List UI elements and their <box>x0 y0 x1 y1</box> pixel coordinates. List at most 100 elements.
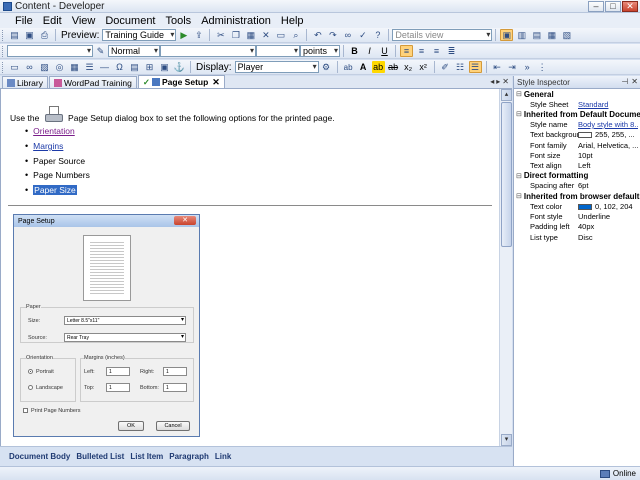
help-icon[interactable]: ? <box>371 29 384 41</box>
font-size-select[interactable] <box>256 45 300 57</box>
display-settings-icon[interactable]: ⚙ <box>320 61 333 73</box>
minimize-button[interactable]: – <box>588 0 604 12</box>
list-item-selected[interactable]: Paper Size <box>25 183 90 198</box>
insert-symbol-icon[interactable]: Ω <box>113 61 126 73</box>
more-icon[interactable]: » <box>521 61 534 73</box>
toolbar-grip[interactable] <box>2 45 5 57</box>
properties-icon[interactable]: ▭ <box>274 29 287 41</box>
path-paragraph[interactable]: Paragraph <box>169 452 209 461</box>
preview-select[interactable]: Training Guide <box>102 29 177 41</box>
list-item[interactable]: Orientation <box>25 124 90 139</box>
insert-variable-icon[interactable]: ⊞ <box>143 61 156 73</box>
path-list-item[interactable]: List Item <box>130 452 163 461</box>
layout-source-icon[interactable]: ▦ <box>545 29 558 41</box>
align-right-icon[interactable]: ≡ <box>430 45 443 57</box>
pin-icon[interactable]: ⊣ <box>621 77 628 86</box>
spellcheck-icon[interactable]: ✓ <box>356 29 369 41</box>
tab-wordpad-training[interactable]: WordPad Training <box>48 76 137 88</box>
section-direct-formatting[interactable]: Direct formatting <box>514 171 640 181</box>
insert-page-icon[interactable]: ▭ <box>8 61 21 73</box>
save-icon[interactable]: ▣ <box>23 29 36 41</box>
italic-icon[interactable]: I <box>363 45 376 57</box>
font-family-select[interactable] <box>160 45 256 57</box>
go-preview-icon[interactable]: ▶ <box>177 29 190 41</box>
cut-icon[interactable]: ✂ <box>214 29 227 41</box>
strikethrough-icon[interactable]: ab <box>387 61 400 73</box>
menu-view[interactable]: View <box>67 15 101 27</box>
document-scrollbar[interactable]: ▴ ▾ <box>499 89 512 446</box>
insert-image-icon[interactable]: ▨ <box>38 61 51 73</box>
layout-split-icon[interactable]: ▥ <box>515 29 528 41</box>
insert-anchor-icon[interactable]: ⚓ <box>173 61 186 73</box>
toolbar-grip[interactable] <box>2 61 5 73</box>
insert-media-icon[interactable]: ◎ <box>53 61 66 73</box>
toolbar-options-icon[interactable]: ⋮ <box>536 61 549 73</box>
menu-administration[interactable]: Administration <box>196 15 276 27</box>
eraser-icon[interactable]: ✐ <box>439 61 452 73</box>
section-inherited-default[interactable]: Inherited from Default Document <box>514 109 640 119</box>
paragraph-style-select[interactable]: Normal <box>108 45 160 57</box>
insert-list-icon[interactable]: ☰ <box>83 61 96 73</box>
find-icon[interactable]: ⌕ <box>289 29 302 41</box>
scroll-down-icon[interactable]: ▾ <box>501 434 512 446</box>
list-item[interactable]: Margins <box>25 139 90 154</box>
tab-close-all-icon[interactable]: ✕ <box>502 77 509 86</box>
maximize-button[interactable]: □ <box>605 0 621 12</box>
delete-icon[interactable]: ✕ <box>259 29 272 41</box>
bold-icon[interactable]: B <box>348 45 361 57</box>
superscript-icon[interactable]: x² <box>417 61 430 73</box>
size-unit-select[interactable]: points <box>300 45 340 57</box>
close-button[interactable]: ✕ <box>622 0 638 12</box>
document-editor[interactable]: Use the Page Setup dialog box to set the… <box>0 89 499 446</box>
font-icon[interactable]: A <box>357 61 370 73</box>
scroll-thumb[interactable] <box>501 102 512 247</box>
insert-snippet-icon[interactable]: ▣ <box>158 61 171 73</box>
menu-document[interactable]: Document <box>100 15 160 27</box>
layout-outline-icon[interactable]: ▧ <box>560 29 573 41</box>
redo-icon[interactable]: ↷ <box>326 29 339 41</box>
align-center-icon[interactable]: ≡ <box>415 45 428 57</box>
publish-icon[interactable]: ⇪ <box>192 29 205 41</box>
style-select[interactable] <box>7 45 93 57</box>
path-link[interactable]: Link <box>215 452 231 461</box>
menu-edit[interactable]: Edit <box>38 15 67 27</box>
tab-close-icon[interactable]: ✕ <box>212 77 220 88</box>
page-setup-screenshot[interactable]: Page Setup ✕ Paper Size: Letter 8.5"x11"… <box>13 214 200 437</box>
subscript-icon[interactable]: x₂ <box>402 61 415 73</box>
tab-scroll-left-icon[interactable]: ◂ <box>490 77 494 86</box>
menu-tools[interactable]: Tools <box>161 15 197 27</box>
panel-close-icon[interactable]: ✕ <box>631 77 638 86</box>
underline-icon[interactable]: U <box>378 45 391 57</box>
outdent-icon[interactable]: ⇤ <box>491 61 504 73</box>
highlight-icon[interactable]: ab <box>371 61 385 73</box>
spell-icon[interactable]: ab <box>342 61 355 73</box>
bulleted-list-icon[interactable]: ☰ <box>468 61 482 73</box>
scroll-up-icon[interactable]: ▴ <box>501 89 512 101</box>
layout-normal-icon[interactable]: ▣ <box>500 29 514 41</box>
align-left-icon[interactable]: ≡ <box>400 45 413 57</box>
insert-table-icon[interactable]: ▦ <box>68 61 81 73</box>
print-icon[interactable]: ⎙ <box>38 29 51 41</box>
insert-field-icon[interactable]: ▤ <box>128 61 141 73</box>
path-document-body[interactable]: Document Body <box>9 452 70 461</box>
open-folder-icon[interactable]: ▤ <box>8 29 21 41</box>
menu-help[interactable]: Help <box>276 15 309 27</box>
tab-page-setup[interactable]: ✓ Page Setup ✕ <box>137 75 225 88</box>
tab-library[interactable]: Library <box>2 76 48 88</box>
link-icon[interactable]: ∞ <box>341 29 354 41</box>
undo-icon[interactable]: ↶ <box>311 29 324 41</box>
toolbar-grip[interactable] <box>2 29 5 41</box>
layout-preview-icon[interactable]: ▤ <box>530 29 543 41</box>
insert-hr-icon[interactable]: ― <box>98 61 111 73</box>
menu-file[interactable]: File <box>10 15 38 27</box>
paste-icon[interactable]: ▦ <box>244 29 257 41</box>
insert-link-icon[interactable]: ∞ <box>23 61 36 73</box>
style-brush-icon[interactable]: ✎ <box>94 45 107 57</box>
section-general[interactable]: General <box>514 89 640 99</box>
numbered-list-icon[interactable]: ☷ <box>454 61 467 73</box>
tab-scroll-right-icon[interactable]: ▸ <box>496 77 500 86</box>
view-select[interactable]: Details view <box>392 29 493 41</box>
display-select[interactable]: Player <box>234 61 319 73</box>
path-bulleted-list[interactable]: Bulleted List <box>76 452 124 461</box>
section-browser-defaults[interactable]: Inherited from browser defaults <box>514 191 640 201</box>
